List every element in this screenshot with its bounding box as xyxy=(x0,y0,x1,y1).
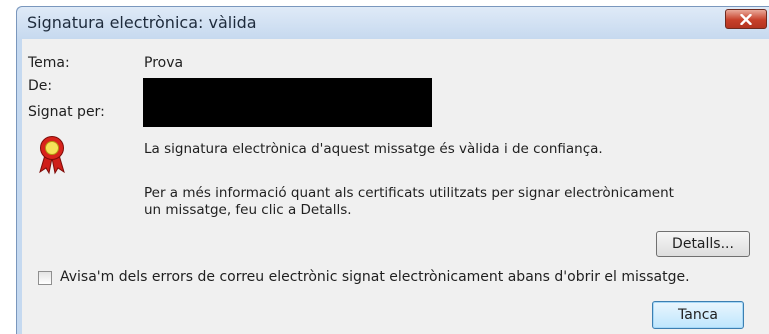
details-button-label: Detalls... xyxy=(672,236,734,252)
award-ribbon-icon xyxy=(39,136,65,175)
subject-value: Prova xyxy=(144,55,184,71)
warn-errors-label: Avisa'm dels errors de correu electrònic… xyxy=(60,269,690,285)
close-window-button[interactable] xyxy=(725,9,767,29)
redacted-sender xyxy=(143,78,432,127)
signed-by-label: Signat per: xyxy=(28,104,105,120)
from-label: De: xyxy=(28,78,53,94)
close-icon xyxy=(740,13,752,25)
dialog-title: Signatura electrònica: vàlida xyxy=(27,13,257,32)
details-button[interactable]: Detalls... xyxy=(656,231,750,257)
warn-errors-checkbox[interactable] xyxy=(38,271,52,285)
details-info-text: Per a més informació quant als certifica… xyxy=(144,185,674,218)
signature-status-message: La signatura electrònica d'aquest missat… xyxy=(144,141,603,157)
dialog-content: Tema: Prova De: Signat per: La signatura… xyxy=(22,39,769,334)
signature-dialog: Signatura electrònica: vàlida Tema: Prov… xyxy=(16,6,769,334)
subject-label: Tema: xyxy=(28,55,70,71)
title-bar[interactable]: Signatura electrònica: vàlida xyxy=(17,7,769,39)
close-button-label: Tanca xyxy=(678,307,718,323)
close-button[interactable]: Tanca xyxy=(652,301,744,329)
